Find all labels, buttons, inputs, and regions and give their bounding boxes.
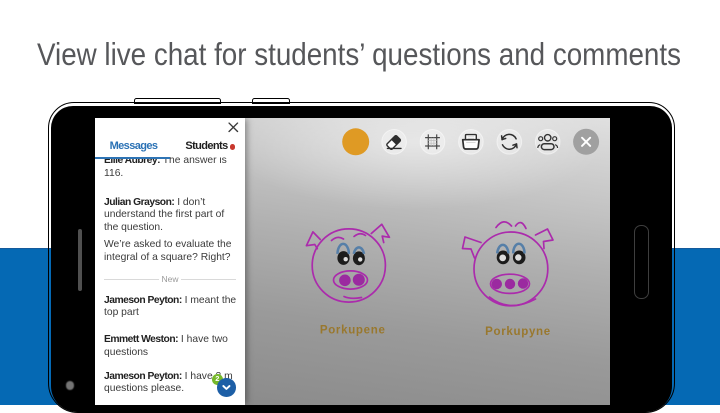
svg-text:Porkupene: Porkupene — [319, 325, 385, 337]
svg-text:Porkupyne: Porkupyne — [485, 326, 551, 338]
